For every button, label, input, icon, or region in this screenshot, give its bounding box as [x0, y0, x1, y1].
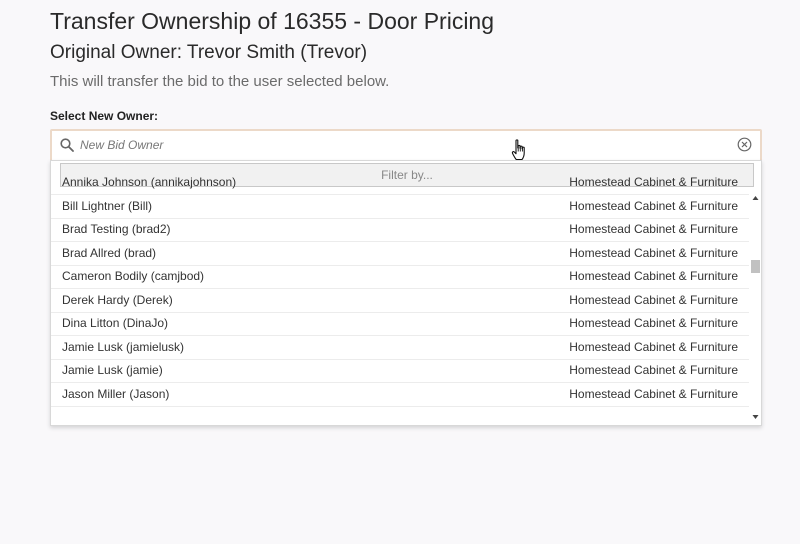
page-title: Transfer Ownership of 16355 - Door Prici… — [50, 8, 495, 34]
hand-pointer-cursor-icon — [511, 139, 525, 161]
user-name: Brad Allred (brad) — [62, 245, 157, 260]
user-name: Jason Miller (Jason) — [62, 386, 170, 401]
clear-circle-x-icon[interactable] — [737, 137, 752, 152]
owner-dropdown: Filter by... Annika Johnson (annikajohns… — [50, 160, 762, 426]
user-company: Homestead Cabinet & Furniture — [569, 339, 738, 354]
user-name: Annika Johnson (annikajohnson) — [62, 175, 237, 189]
user-list-item[interactable]: Brad Allred (brad) Homestead Cabinet & Fu… — [51, 242, 749, 266]
user-name: Dina Litton (DinaJo) — [62, 316, 169, 330]
user-company: Homestead Cabinet & Furniture — [569, 175, 738, 189]
user-list-item[interactable]: Jamie Lusk (jamie) Homestead Cabinet & Fu… — [51, 359, 749, 383]
dropdown-scrollbar[interactable] — [751, 191, 760, 423]
original-owner-subtitle: Original Owner: Trevor Smith (Trevor) — [50, 42, 368, 63]
user-company: Homestead Cabinet & Furniture — [569, 316, 738, 330]
user-company: Homestead Cabinet & Furniture — [569, 292, 738, 307]
user-name: Brad Testing (brad2) — [62, 222, 171, 236]
transfer-note: This will transfer the bid to the user s… — [50, 73, 390, 90]
scroll-down-arrow-icon[interactable] — [751, 413, 760, 421]
new-owner-label: Select New Owner: — [50, 109, 159, 123]
user-company: Homestead Cabinet & Furniture — [569, 245, 738, 260]
user-company: Homestead Cabinet & Furniture — [569, 198, 738, 213]
user-name: Derek Hardy (Derek) — [62, 292, 173, 307]
scroll-thumb[interactable] — [751, 260, 760, 273]
user-list-item[interactable]: Jamie Lusk (jamielusk) Homestead Cabinet … — [51, 336, 749, 360]
user-name: Jamie Lusk (jamielusk) — [62, 339, 185, 354]
user-name: Jamie Lusk (jamie) — [62, 363, 163, 377]
user-company: Homestead Cabinet & Furniture — [569, 269, 738, 283]
user-list-item[interactable]: Brad Testing (brad2) Homestead Cabinet & … — [51, 218, 749, 242]
user-list-item[interactable]: Derek Hardy (Derek) Homestead Cabinet & F… — [51, 289, 749, 313]
user-list-item[interactable]: Bill Lightner (Bill) Homestead Cabinet & … — [51, 195, 749, 219]
new-bid-owner-input[interactable] — [80, 134, 720, 156]
user-company: Homestead Cabinet & Furniture — [569, 363, 738, 377]
user-list-item[interactable]: Annika Johnson (annikajohnson) Homestead … — [51, 171, 749, 195]
search-icon — [60, 138, 74, 152]
scroll-up-arrow-icon[interactable] — [751, 194, 760, 202]
user-company: Homestead Cabinet & Furniture — [569, 386, 738, 401]
user-company: Homestead Cabinet & Furniture — [569, 222, 738, 236]
user-list-item[interactable]: Jason Miller (Jason) Homestead Cabinet & … — [51, 383, 749, 407]
user-list-item[interactable]: Cameron Bodily (camjbod) Homestead Cabine… — [51, 265, 749, 289]
user-name: Cameron Bodily (camjbod) — [62, 269, 205, 283]
user-list-item[interactable]: Dina Litton (DinaJo) Homestead Cabinet & … — [51, 312, 749, 336]
user-name: Bill Lightner (Bill) — [62, 198, 153, 213]
owner-select-box[interactable] — [50, 129, 762, 162]
